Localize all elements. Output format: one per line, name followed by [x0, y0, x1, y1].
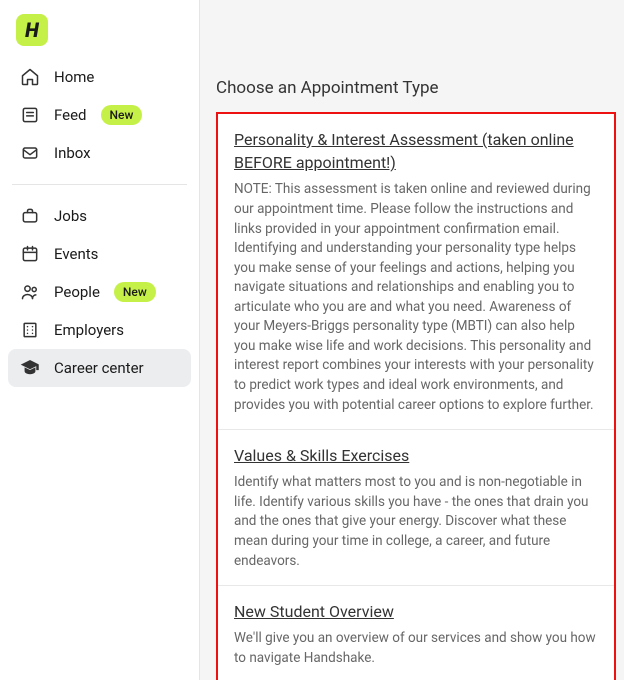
- new-badge: New: [114, 282, 156, 302]
- sidebar-item-label: Feed: [54, 106, 87, 124]
- sidebar-item-jobs[interactable]: Jobs: [8, 197, 191, 235]
- new-badge: New: [101, 105, 143, 125]
- nav-primary: Home Feed New Inbox: [8, 58, 191, 172]
- sidebar-item-career-center[interactable]: Career center: [8, 349, 191, 387]
- people-icon: [20, 282, 40, 302]
- sidebar-item-label: Employers: [54, 321, 124, 339]
- sidebar-item-label: Events: [54, 245, 98, 263]
- sidebar-item-events[interactable]: Events: [8, 235, 191, 273]
- sidebar: H Home Feed New Inbox Jobs Events People New Em…: [0, 0, 200, 680]
- events-icon: [20, 244, 40, 264]
- sidebar-item-feed[interactable]: Feed New: [8, 96, 191, 134]
- employers-icon: [20, 320, 40, 340]
- appointment-type-item: Personality & Interest Assessment (taken…: [218, 114, 614, 430]
- jobs-icon: [20, 206, 40, 226]
- nav-secondary: Jobs Events People New Employers Career cente…: [8, 197, 191, 387]
- career-icon: [20, 358, 40, 378]
- appointment-type-link[interactable]: New Student Overview: [234, 600, 394, 623]
- sidebar-item-inbox[interactable]: Inbox: [8, 134, 191, 172]
- appointment-type-item: Values & Skills Exercises Identify what m…: [218, 430, 614, 586]
- sidebar-item-label: People: [54, 283, 100, 301]
- sidebar-item-people[interactable]: People New: [8, 273, 191, 311]
- appointment-type-link[interactable]: Values & Skills Exercises: [234, 444, 409, 467]
- section-title: Choose an Appointment Type: [216, 78, 616, 98]
- appointment-type-description: Identify what matters most to you and is…: [234, 473, 598, 571]
- appointment-type-description: We'll give you an overview of our servic…: [234, 629, 598, 668]
- feed-icon: [20, 105, 40, 125]
- home-icon: [20, 67, 40, 87]
- sidebar-item-label: Home: [54, 68, 94, 86]
- appointment-type-description: NOTE: This assessment is taken online an…: [234, 180, 598, 415]
- appointment-type-list: Personality & Interest Assessment (taken…: [216, 112, 616, 680]
- nav-divider: [12, 184, 187, 185]
- sidebar-item-label: Jobs: [54, 207, 87, 225]
- appointment-type-item: New Student Overview We'll give you an ov…: [218, 586, 614, 680]
- inbox-icon: [20, 143, 40, 163]
- sidebar-item-employers[interactable]: Employers: [8, 311, 191, 349]
- sidebar-item-label: Inbox: [54, 144, 91, 162]
- main-content: Choose an Appointment Type Personality &…: [200, 0, 624, 680]
- app-logo[interactable]: H: [16, 14, 48, 46]
- sidebar-item-home[interactable]: Home: [8, 58, 191, 96]
- appointment-type-link[interactable]: Personality & Interest Assessment (taken…: [234, 128, 598, 174]
- sidebar-item-label: Career center: [54, 359, 144, 377]
